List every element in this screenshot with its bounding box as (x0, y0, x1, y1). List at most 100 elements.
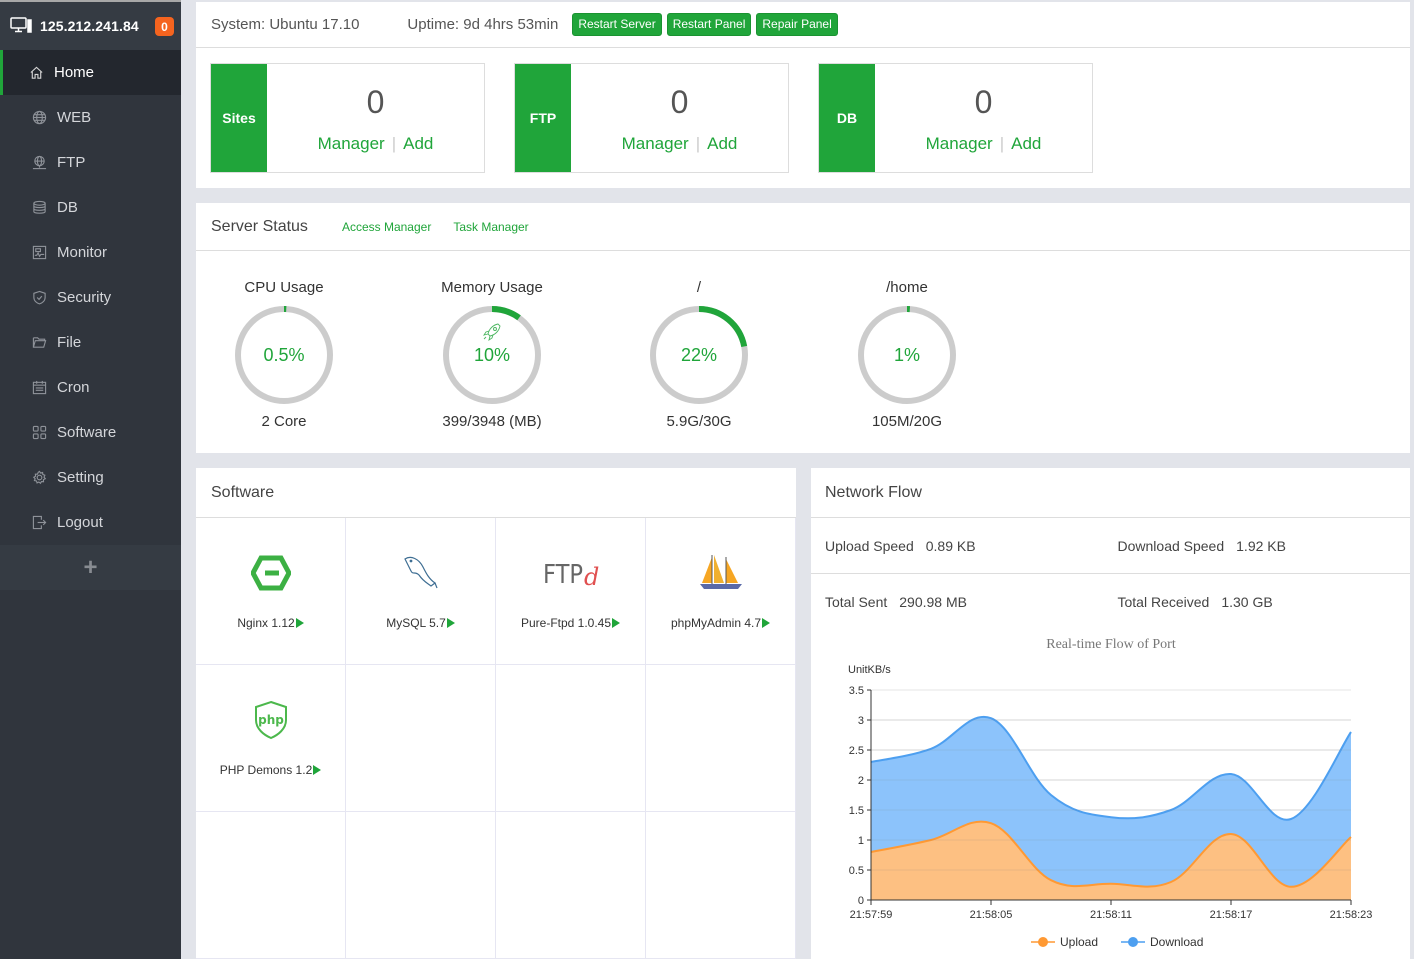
y-tick-label: 0.5 (849, 865, 864, 877)
totals-row: Total Sent 290.98 MB Total Received 1.30 G… (811, 574, 1410, 630)
sidebar-item-logout[interactable]: Logout (0, 500, 181, 545)
gauge-title: CPU Usage (244, 279, 324, 296)
home-icon (28, 65, 44, 81)
gauge-ring[interactable]: 0.5% (232, 303, 336, 407)
upload-speed-label: Upload Speed (825, 537, 914, 554)
sidebar-item-web[interactable]: WEB (0, 95, 181, 140)
gauge-title: / (696, 279, 702, 296)
sites-manager-link[interactable]: Manager (318, 134, 385, 153)
db-add-link[interactable]: Add (1011, 134, 1041, 153)
software-item-nginx[interactable]: Nginx 1.12 (196, 518, 346, 665)
play-icon (295, 618, 304, 628)
grid-apps-icon (31, 425, 47, 441)
x-tick-label: 21:58:11 (1090, 909, 1132, 921)
software-item-php-demons[interactable]: php PHP Demons 1.2 (196, 665, 346, 812)
y-tick-label: 3.5 (849, 685, 864, 697)
gauge-1: Memory Usage 10% 399/3948 (MB) (422, 279, 562, 430)
gauge-subtitle: 2 Core (261, 413, 307, 430)
sidebar-item-label: Logout (57, 514, 103, 531)
total-sent-value: 290.98 MB (899, 594, 967, 610)
gauge-title: /home (886, 279, 928, 296)
nginx-logo-icon (196, 548, 345, 598)
phpmyadmin-sailboat-icon (646, 548, 795, 598)
task-manager-link[interactable]: Task Manager (453, 220, 528, 234)
y-tick-label: 1 (858, 835, 864, 847)
gauge-subtitle: 399/3948 (MB) (442, 413, 542, 430)
db-count[interactable]: 0 (875, 82, 1092, 122)
server-status-header: Server Status Access Manager Task Manage… (196, 203, 1410, 251)
system-os: System: Ubuntu 17.10 (211, 16, 360, 33)
sites-count[interactable]: 0 (267, 82, 484, 122)
software-item-pure-ftpd[interactable]: FTP d Pure-Ftpd 1.0.45 (496, 518, 646, 665)
repair-panel-button[interactable]: Repair Panel (756, 13, 838, 36)
sidebar-item-monitor[interactable]: Monitor (0, 230, 181, 275)
sidebar-item-security[interactable]: Security (0, 275, 181, 320)
sidebar-item-label: WEB (57, 109, 92, 126)
gauge-subtitle: 105M/20G (871, 413, 943, 430)
gauge-value: 0.5% (263, 345, 304, 365)
y-tick-label: 0 (858, 895, 864, 907)
sidebar-item-home[interactable]: Home (0, 50, 181, 95)
db-card: DB 0 Manager | Add (818, 63, 1093, 173)
ftp-globe-icon (31, 155, 47, 171)
gauge-ring[interactable]: 22% (647, 303, 751, 407)
sidebar-item-cron[interactable]: Cron (0, 365, 181, 410)
sidebar-item-file[interactable]: File (0, 320, 181, 365)
sidebar-item-label: Software (57, 424, 117, 441)
ftp-add-link[interactable]: Add (707, 134, 737, 153)
sidebar-item-label: Setting (57, 469, 104, 486)
link-separator: | (999, 134, 1005, 153)
restart-panel-button[interactable]: Restart Panel (666, 13, 752, 36)
add-menu-button[interactable]: + (0, 545, 181, 590)
svg-text:FTP: FTP (543, 560, 583, 590)
sidebar-item-db[interactable]: DB (0, 185, 181, 230)
system-info-bar: System: Ubuntu 17.10 Uptime: 9d 4hrs 53m… (196, 2, 1410, 48)
notification-badge[interactable]: 0 (155, 17, 174, 36)
restart-server-button[interactable]: Restart Server (572, 13, 662, 36)
total-received-label: Total Received (1117, 594, 1210, 610)
software-empty-slot (496, 812, 646, 959)
legend-marker (1128, 937, 1138, 947)
software-name: Pure-Ftpd 1.0.45 (520, 616, 612, 630)
software-title: Software (196, 468, 796, 518)
software-name: Nginx 1.12 (237, 616, 295, 630)
server-ip: 125.212.241.84 (40, 18, 139, 34)
sidebar-item-label: File (57, 334, 82, 351)
gauge-ring[interactable]: 10% (440, 303, 544, 407)
software-name: PHP Demons 1.2 (219, 763, 313, 777)
ftp-manager-link[interactable]: Manager (622, 134, 689, 153)
server-status-title: Server Status (211, 217, 308, 235)
software-item-phpmyadmin[interactable]: phpMyAdmin 4.7 (646, 518, 796, 665)
sidebar-item-ftp[interactable]: FTP (0, 140, 181, 185)
sites-add-link[interactable]: Add (403, 134, 433, 153)
ftp-count[interactable]: 0 (571, 82, 788, 122)
sidebar-item-label: DB (57, 199, 78, 216)
software-empty-slot (346, 665, 496, 812)
sidebar-item-label: Cron (57, 379, 90, 396)
monitor-chart-icon (31, 245, 47, 261)
y-tick-label: 2 (858, 775, 864, 787)
gauge-value: 1% (894, 345, 920, 365)
y-axis-label: UnitKB/s (848, 664, 891, 676)
gauge-title: Memory Usage (441, 279, 543, 296)
software-empty-slot (646, 665, 796, 812)
shield-icon (31, 290, 47, 306)
link-separator: | (391, 134, 397, 153)
access-manager-link[interactable]: Access Manager (342, 220, 431, 234)
legend-upload[interactable]: Upload (1031, 935, 1098, 949)
sidebar-item-software[interactable]: Software (0, 410, 181, 455)
sidebar: 125.212.241.84 0 Home WEB FTP DB Monitor… (0, 0, 181, 959)
total-received-value: 1.30 GB (1221, 594, 1273, 610)
play-icon (446, 618, 455, 628)
svg-text:php: php (258, 713, 284, 727)
calendar-icon (31, 380, 47, 396)
system-uptime: Uptime: 9d 4hrs 53min (407, 16, 559, 33)
card-tag: Sites (211, 64, 267, 172)
legend-download[interactable]: Download (1121, 935, 1203, 949)
software-item-mysql[interactable]: MySQL 5.7 (346, 518, 496, 665)
sidebar-item-setting[interactable]: Setting (0, 455, 181, 500)
card-tag: DB (819, 64, 875, 172)
db-manager-link[interactable]: Manager (926, 134, 993, 153)
gauge-ring[interactable]: 1% (855, 303, 959, 407)
sidebar-menu: Home WEB FTP DB Monitor Security File Cr… (0, 50, 181, 545)
